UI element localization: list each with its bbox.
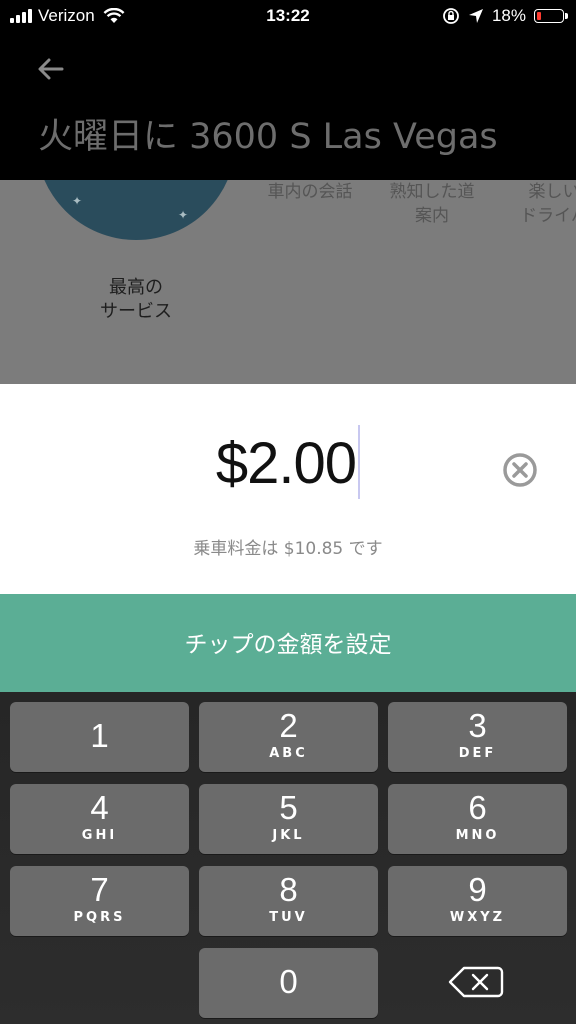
key-digit: 1 — [90, 717, 109, 754]
compliment-item: 車内の会話 — [267, 182, 353, 202]
key-digit: 2 — [279, 707, 298, 744]
tip-entry-sheet: $2.00 乗車料金は $10.85 です — [0, 384, 576, 594]
key-8[interactable]: 8 TUV — [199, 866, 378, 936]
compliment-list: 車内の会話 熟知した道 案内 楽しい ドライバ — [258, 180, 576, 228]
badge-label: 最高の サービス — [100, 277, 172, 322]
key-digit: 9 — [468, 871, 487, 908]
sparkle-icon: ✦ — [178, 208, 189, 222]
set-tip-amount-button[interactable]: チップの金額を設定 — [0, 594, 576, 692]
clear-icon[interactable] — [502, 452, 538, 488]
key-0[interactable]: 0 — [199, 948, 378, 1018]
tip-amount-value: $2.00 — [215, 431, 357, 496]
key-2[interactable]: 2 ABC — [199, 702, 378, 772]
key-4[interactable]: 4 GHI — [10, 784, 189, 854]
key-letters: ABC — [269, 746, 308, 761]
status-right: 18% — [442, 6, 568, 26]
compliment-item: 楽しい ドライバ — [520, 182, 576, 226]
key-5[interactable]: 5 JKL — [199, 784, 378, 854]
key-letters: MNO — [455, 828, 500, 843]
key-letters: GHI — [81, 828, 118, 843]
numeric-keypad: 1 2 ABC 3 DEF 4 GHI 5 JKL 6 MNO 7 PQRS 8… — [0, 692, 576, 1024]
key-digit: 0 — [279, 963, 298, 1000]
rating-area: ✦ ✦ 最高の サービス 車内の会話 熟知した道 案内 楽しい ドライバ — [0, 180, 576, 384]
key-digit: 7 — [90, 871, 109, 908]
key-digit: 4 — [90, 789, 109, 826]
back-arrow-icon[interactable] — [34, 52, 68, 86]
key-letters: DEF — [458, 746, 497, 761]
battery-icon — [534, 9, 568, 23]
location-arrow-icon — [468, 9, 483, 23]
battery-level — [537, 12, 541, 20]
status-bar: Verizon 13:22 18% — [0, 0, 576, 34]
text-cursor — [358, 424, 361, 499]
page-title: 火曜日に 3600 S Las Vegas — [38, 117, 498, 157]
battery-percent: 18% — [491, 6, 526, 25]
compliment-item: 熟知した道 案内 — [389, 182, 475, 226]
tip-amount-input[interactable]: $2.00 — [0, 424, 576, 505]
key-letters: PQRS — [73, 910, 126, 925]
backspace-icon[interactable] — [444, 960, 508, 1004]
service-badge-image: ✦ ✦ — [36, 180, 236, 240]
key-6[interactable]: 6 MNO — [388, 784, 567, 854]
key-9[interactable]: 9 WXYZ — [388, 866, 567, 936]
key-digit: 5 — [279, 789, 298, 826]
sparkle-icon: ✦ — [72, 194, 83, 208]
orientation-lock-icon — [443, 8, 459, 24]
key-7[interactable]: 7 PQRS — [10, 866, 189, 936]
key-digit: 8 — [279, 871, 298, 908]
key-letters: TUV — [269, 910, 308, 925]
fare-note: 乗車料金は $10.85 です — [193, 539, 383, 559]
key-letters: JKL — [272, 828, 305, 843]
key-letters: WXYZ — [449, 910, 506, 925]
key-3[interactable]: 3 DEF — [388, 702, 567, 772]
key-digit: 6 — [468, 789, 487, 826]
key-1[interactable]: 1 — [10, 702, 189, 772]
key-digit: 3 — [468, 707, 487, 744]
